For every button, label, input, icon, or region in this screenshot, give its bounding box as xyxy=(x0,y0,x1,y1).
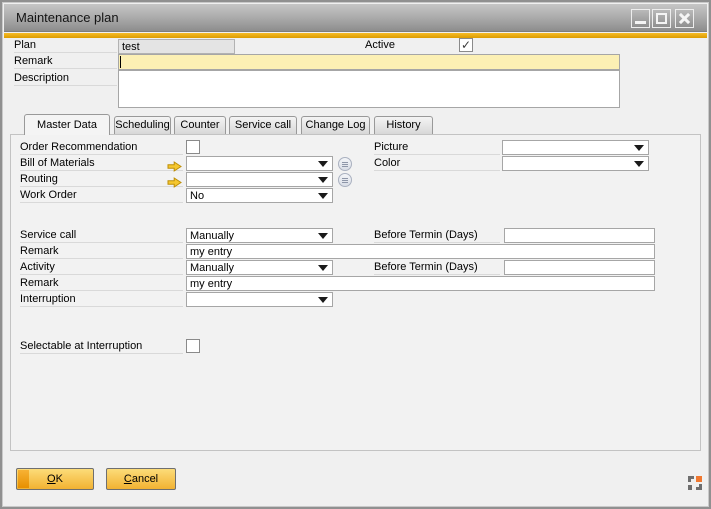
service-before-termin-label: Before Termin (Days) xyxy=(374,229,500,243)
plan-field[interactable]: test xyxy=(118,39,235,54)
activity-remark-field[interactable]: my entry xyxy=(186,276,655,291)
maximize-icon[interactable] xyxy=(652,9,671,28)
plan-label: Plan xyxy=(14,39,117,53)
minimize-icon[interactable] xyxy=(631,9,650,28)
color-dropdown[interactable] xyxy=(502,156,649,171)
service-before-termin-field[interactable] xyxy=(504,228,655,243)
bill-of-materials-dropdown[interactable] xyxy=(186,156,333,171)
service-remark-field[interactable]: my entry xyxy=(186,244,655,259)
window-title: Maintenance plan xyxy=(16,10,119,25)
expand-grip-icon[interactable] xyxy=(686,474,704,492)
activity-dropdown[interactable]: Manually xyxy=(186,260,333,275)
routing-dropdown[interactable] xyxy=(186,172,333,187)
picture-label: Picture xyxy=(374,141,500,155)
remark-label: Remark xyxy=(14,55,117,69)
description-field[interactable] xyxy=(118,70,620,108)
activity-before-termin-label: Before Termin (Days) xyxy=(374,261,500,275)
work-order-label: Work Order xyxy=(20,189,183,203)
close-icon[interactable] xyxy=(675,9,694,28)
work-order-dropdown[interactable]: No xyxy=(186,188,333,203)
activity-before-termin-field[interactable] xyxy=(504,260,655,275)
ok-button[interactable]: OK xyxy=(16,468,94,490)
tab-service-call[interactable]: Service call xyxy=(229,116,297,135)
description-label: Description xyxy=(14,72,117,86)
picture-dropdown[interactable] xyxy=(502,140,649,155)
tab-change-log[interactable]: Change Log xyxy=(301,116,370,135)
order-recommendation-label: Order Recommendation xyxy=(20,141,183,155)
bill-of-materials-label: Bill of Materials xyxy=(20,157,183,171)
choose-from-list-icon[interactable] xyxy=(338,157,352,171)
activity-label: Activity xyxy=(20,261,183,275)
tab-history[interactable]: History xyxy=(374,116,433,135)
gold-accent-bar xyxy=(4,33,707,38)
tab-scheduling[interactable]: Scheduling xyxy=(114,116,171,135)
routing-label: Routing xyxy=(20,173,183,187)
link-arrow-icon[interactable] xyxy=(167,175,182,186)
remark-field[interactable] xyxy=(118,54,620,70)
cancel-button-label: Cancel xyxy=(107,469,175,489)
choose-from-list-icon[interactable] xyxy=(338,173,352,187)
titlebar[interactable]: Maintenance plan xyxy=(4,4,707,32)
tab-master-data[interactable]: Master Data xyxy=(24,114,110,135)
color-label: Color xyxy=(374,157,500,171)
ok-button-label: OK xyxy=(17,469,93,489)
cancel-button[interactable]: Cancel xyxy=(106,468,176,490)
interruption-dropdown[interactable] xyxy=(186,292,333,307)
activity-remark-label: Remark xyxy=(20,277,183,291)
service-remark-label: Remark xyxy=(20,245,183,259)
maintenance-plan-window: Maintenance plan Plan test Active ✓ Rema… xyxy=(0,0,711,509)
order-recommendation-checkbox[interactable] xyxy=(186,140,200,154)
selectable-at-interruption-checkbox[interactable] xyxy=(186,339,200,353)
link-arrow-icon[interactable] xyxy=(167,159,182,170)
active-checkbox[interactable]: ✓ xyxy=(459,38,473,52)
service-call-dropdown[interactable]: Manually xyxy=(186,228,333,243)
service-call-label: Service call xyxy=(20,229,183,243)
active-label: Active xyxy=(365,39,445,53)
interruption-label: Interruption xyxy=(20,293,183,307)
selectable-at-interruption-label: Selectable at Interruption xyxy=(20,340,183,354)
tab-counter[interactable]: Counter xyxy=(174,116,226,135)
text-caret xyxy=(120,56,121,68)
